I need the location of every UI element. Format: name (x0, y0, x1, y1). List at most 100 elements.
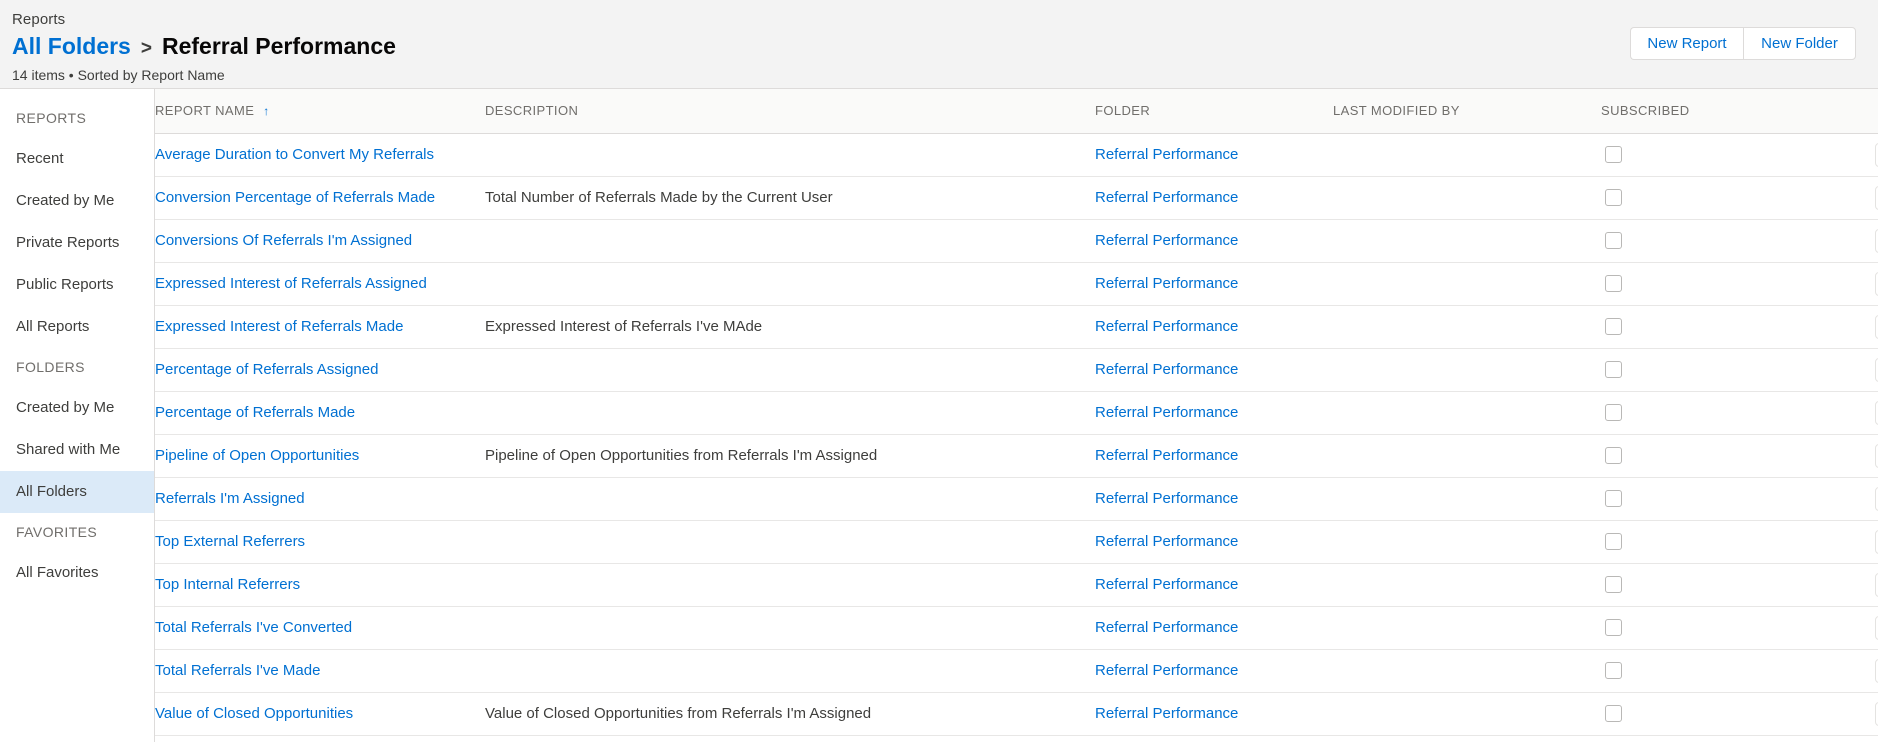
report-name-link[interactable]: Value of Closed Opportunities (155, 705, 353, 722)
sidebar-item-all-folders[interactable]: All Folders (0, 471, 154, 513)
page-title: Referral Performance (161, 33, 396, 59)
new-report-button[interactable]: New Report (1630, 27, 1743, 60)
reports-page: Reports All Folders > Referral Performan… (0, 0, 1878, 742)
table-row[interactable]: Percentage of Referrals Made Referral Per… (155, 391, 1878, 435)
folder-link[interactable]: Referral Performance (1095, 490, 1238, 507)
folder-link[interactable]: Referral Performance (1095, 662, 1238, 679)
cell-folder: Referral Performance (1095, 391, 1333, 435)
cell-row-actions (1841, 606, 1878, 650)
sidebar-item-created-by-me[interactable]: Created by Me (0, 180, 154, 222)
folder-link[interactable]: Referral Performance (1095, 705, 1238, 722)
subscribed-checkbox[interactable] (1605, 705, 1622, 723)
folder-link[interactable]: Referral Performance (1095, 361, 1238, 378)
column-header-description[interactable]: DESCRIPTION (485, 89, 1095, 134)
report-name-link[interactable]: Percentage of Referrals Made (155, 404, 355, 421)
cell-description (485, 391, 1095, 435)
subscribed-checkbox[interactable] (1605, 232, 1622, 250)
report-name-link[interactable]: Conversion Percentage of Referrals Made (155, 189, 435, 206)
table-row[interactable]: Top External Referrers Referral Performan… (155, 520, 1878, 564)
table-row[interactable]: Conversions Of Referrals I'm Assigned Ref… (155, 219, 1878, 263)
report-name-link[interactable]: Pipeline of Open Opportunities (155, 447, 359, 464)
subscribed-checkbox[interactable] (1605, 404, 1622, 422)
folder-link[interactable]: Referral Performance (1095, 619, 1238, 636)
table-row[interactable]: Average Duration to Convert My Referrals… (155, 133, 1878, 177)
table-row[interactable]: Top Internal Referrers Referral Performan… (155, 563, 1878, 607)
cell-row-actions (1841, 649, 1878, 693)
subscribed-checkbox[interactable] (1605, 533, 1622, 551)
table-row[interactable]: Percentage of Referrals Assigned Referral… (155, 348, 1878, 392)
folder-link[interactable]: Referral Performance (1095, 447, 1238, 464)
subscribed-checkbox[interactable] (1605, 275, 1622, 293)
report-name-link[interactable]: Percentage of Referrals Assigned (155, 361, 378, 378)
sidebar: REPORTS Recent Created by Me Private Report… (0, 89, 155, 742)
subscribed-checkbox[interactable] (1605, 619, 1622, 637)
folder-link[interactable]: Referral Performance (1095, 318, 1238, 335)
cell-description (485, 520, 1095, 564)
subscribed-checkbox[interactable] (1605, 189, 1622, 207)
sidebar-section-folders: FOLDERS (16, 359, 85, 375)
report-name-link[interactable]: Top Internal Referrers (155, 576, 300, 593)
subscribed-checkbox[interactable] (1605, 490, 1622, 508)
subscribed-checkbox[interactable] (1605, 318, 1622, 336)
cell-report-name: Top Internal Referrers (155, 563, 485, 607)
new-folder-button[interactable]: New Folder (1743, 27, 1856, 60)
cell-last-modified-by (1333, 348, 1601, 392)
subscribed-checkbox[interactable] (1605, 576, 1622, 594)
subscribed-checkbox[interactable] (1605, 447, 1622, 465)
sidebar-item-public-reports[interactable]: Public Reports (0, 264, 154, 306)
report-name-link[interactable]: Conversions Of Referrals I'm Assigned (155, 232, 412, 249)
cell-subscribed (1601, 391, 1841, 435)
column-header-report-name[interactable]: REPORT NAME ↑ (155, 89, 485, 134)
page-subtitle: 14 items • Sorted by Report Name (12, 67, 225, 83)
table-row[interactable]: Expressed Interest of Referrals Made Expr… (155, 305, 1878, 349)
table-row[interactable]: Pipeline of Open Opportunities Pipeline o… (155, 434, 1878, 478)
folder-link[interactable]: Referral Performance (1095, 232, 1238, 249)
report-name-link[interactable]: Total Referrals I've Converted (155, 619, 352, 636)
subscribed-checkbox[interactable] (1605, 361, 1622, 379)
folder-link[interactable]: Referral Performance (1095, 275, 1238, 292)
table-row[interactable]: Total Referrals I've Converted Referral P… (155, 606, 1878, 650)
report-name-link[interactable]: Expressed Interest of Referrals Assigned (155, 275, 427, 292)
folder-link[interactable]: Referral Performance (1095, 404, 1238, 421)
table-row[interactable]: Expressed Interest of Referrals Assigned… (155, 262, 1878, 306)
folder-link[interactable]: Referral Performance (1095, 533, 1238, 550)
folder-link[interactable]: Referral Performance (1095, 576, 1238, 593)
column-header-folder[interactable]: FOLDER (1095, 89, 1333, 134)
folder-link[interactable]: Referral Performance (1095, 146, 1238, 163)
sidebar-item-recent[interactable]: Recent (0, 138, 154, 180)
cell-subscribed (1601, 262, 1841, 306)
report-name-link[interactable]: Referrals I'm Assigned (155, 490, 305, 507)
sidebar-item-shared-with-me[interactable]: Shared with Me (0, 429, 154, 471)
column-header-subscribed[interactable]: SUBSCRIBED (1601, 89, 1841, 134)
sidebar-item-private-reports[interactable]: Private Reports (0, 222, 154, 264)
breadcrumb: All Folders > Referral Performance (12, 32, 1878, 63)
table-row[interactable]: Conversion Percentage of Referrals Made T… (155, 176, 1878, 220)
sidebar-item-created-by-me[interactable]: Created by Me (0, 387, 154, 429)
reports-table: REPORT NAME ↑ DESCRIPTION FOLDER LAST MO… (155, 89, 1878, 736)
table-row[interactable]: Referrals I'm Assigned Referral Performan… (155, 477, 1878, 521)
cell-report-name: Percentage of Referrals Made (155, 391, 485, 435)
folder-link[interactable]: Referral Performance (1095, 189, 1238, 206)
sidebar-item-all-favorites[interactable]: All Favorites (0, 552, 154, 594)
subscribed-checkbox[interactable] (1605, 662, 1622, 680)
sidebar-item-all-reports[interactable]: All Reports (0, 306, 154, 348)
cell-folder: Referral Performance (1095, 606, 1333, 650)
cell-description (485, 649, 1095, 693)
report-name-link[interactable]: Total Referrals I've Made (155, 662, 320, 679)
subscribed-checkbox[interactable] (1605, 146, 1622, 164)
cell-last-modified-by (1333, 606, 1601, 650)
breadcrumb-link-all-folders[interactable]: All Folders (12, 32, 131, 61)
cell-row-actions (1841, 520, 1878, 564)
cell-description (485, 219, 1095, 263)
report-name-link[interactable]: Top External Referrers (155, 533, 305, 550)
reports-table-container: REPORT NAME ↑ DESCRIPTION FOLDER LAST MO… (155, 89, 1878, 742)
report-name-link[interactable]: Expressed Interest of Referrals Made (155, 318, 403, 335)
sidebar-section-favorites: FAVORITES (16, 524, 98, 540)
cell-report-name: Total Referrals I've Made (155, 649, 485, 693)
table-row[interactable]: Total Referrals I've Made Referral Perfor… (155, 649, 1878, 693)
report-name-link[interactable]: Average Duration to Convert My Referrals (155, 146, 434, 163)
table-header-row: REPORT NAME ↑ DESCRIPTION FOLDER LAST MO… (155, 89, 1878, 134)
column-header-last-modified-by[interactable]: LAST MODIFIED BY (1333, 89, 1601, 134)
cell-folder: Referral Performance (1095, 348, 1333, 392)
table-row[interactable]: Value of Closed Opportunities Value of Cl… (155, 692, 1878, 736)
